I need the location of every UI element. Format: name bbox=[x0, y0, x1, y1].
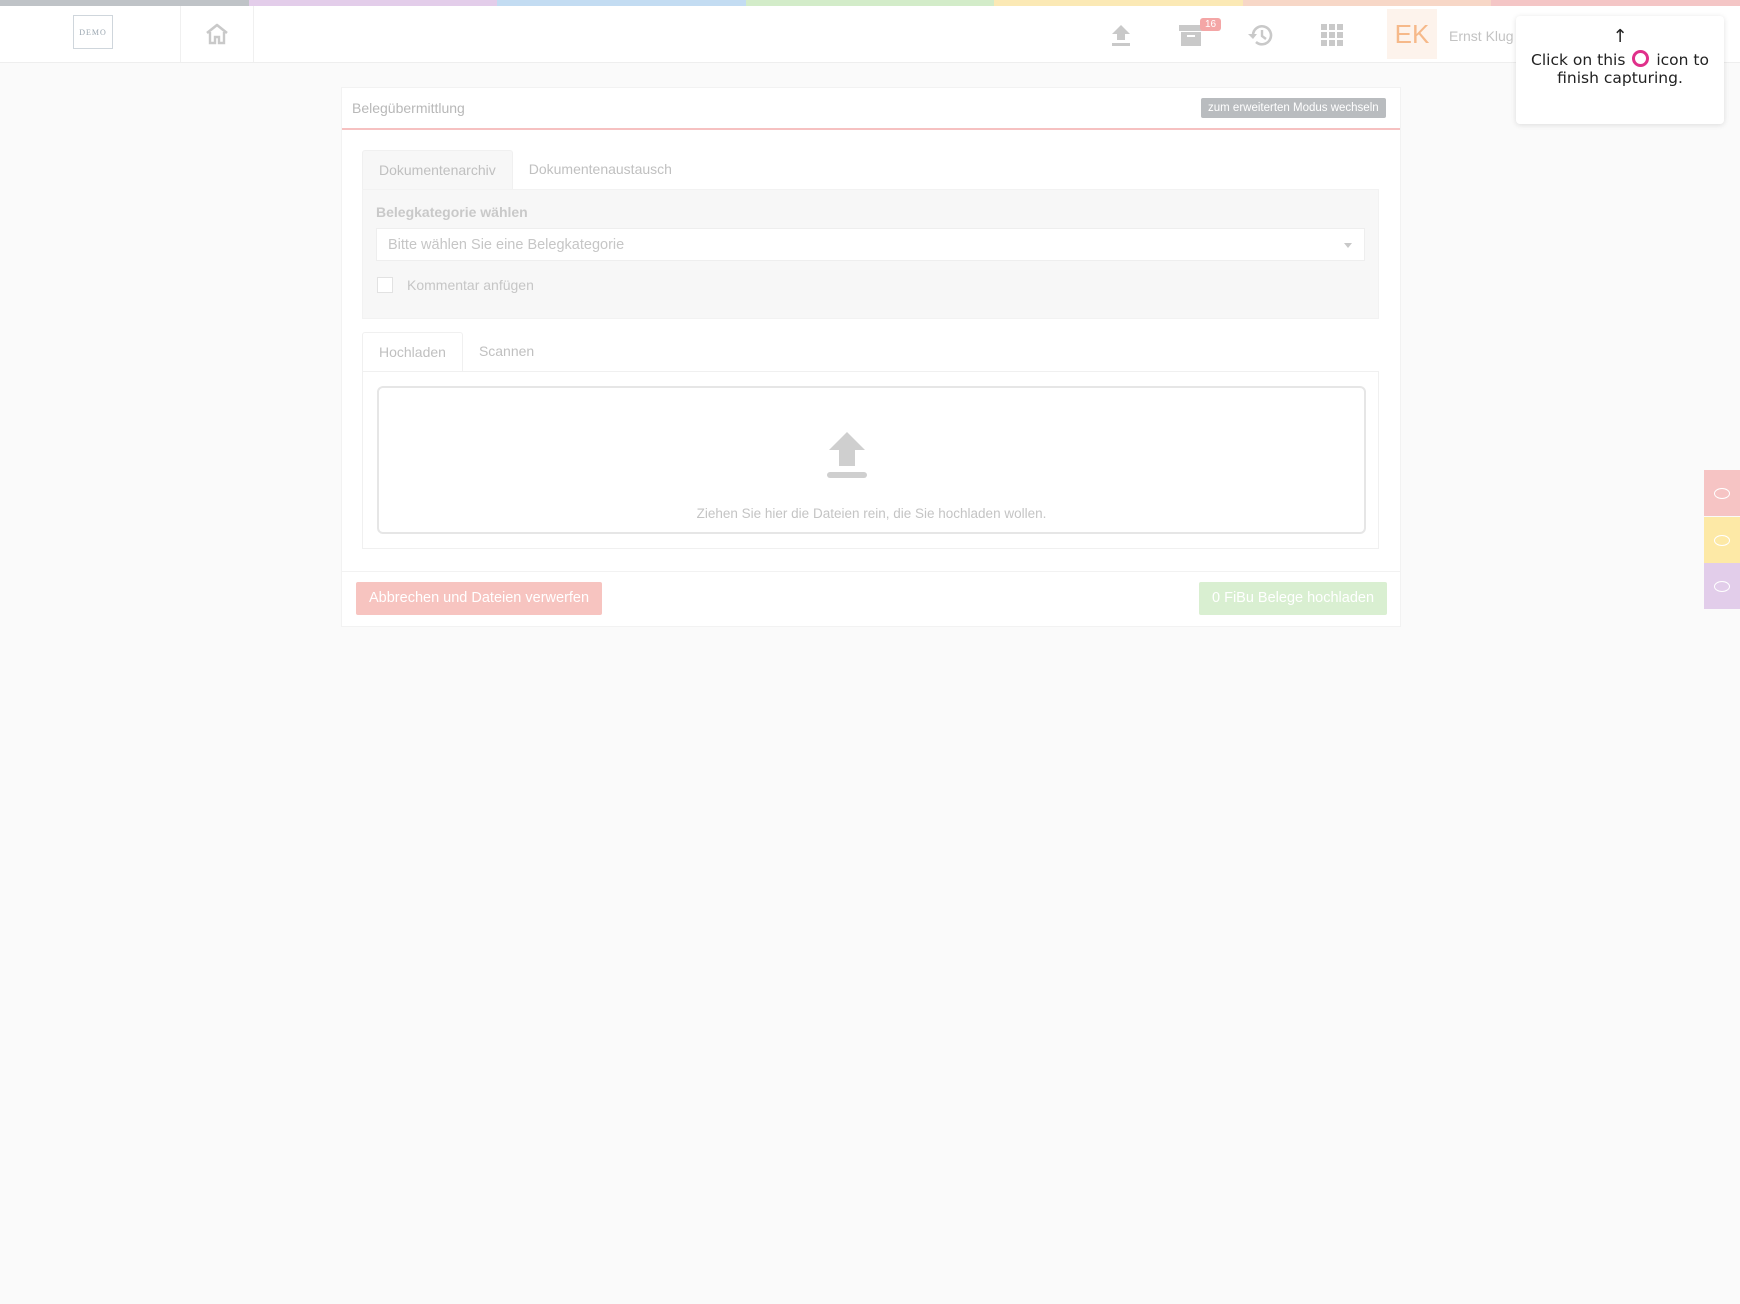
upload-tabs: Hochladen Scannen bbox=[362, 332, 550, 372]
category-section: Belegkategorie wählen Bitte wählen Sie e… bbox=[362, 189, 1379, 319]
home-icon bbox=[206, 23, 228, 45]
user-avatar[interactable]: EK bbox=[1387, 9, 1437, 59]
top-header: DEMO 16 EK Ernst Klug bbox=[0, 6, 1740, 63]
home-button[interactable] bbox=[180, 6, 254, 62]
cancel-discard-button[interactable]: Abbrechen und Dateien verwerfen bbox=[356, 582, 603, 615]
advanced-mode-button[interactable]: zum erweiterten Modus wechseln bbox=[1201, 98, 1386, 118]
tab-scannen[interactable]: Scannen bbox=[463, 332, 550, 371]
side-tab-red[interactable] bbox=[1704, 470, 1740, 516]
tab-dokumentenaustausch[interactable]: Dokumentenaustausch bbox=[513, 150, 688, 189]
upload-receipts-button[interactable]: 0 FiBu Belege hochladen bbox=[1199, 582, 1388, 615]
document-tabs: Dokumentenarchiv Dokumentenaustausch bbox=[362, 150, 688, 190]
chevron-down-icon bbox=[1344, 243, 1352, 248]
side-tab-purple[interactable] bbox=[1704, 563, 1740, 609]
panel-header: Belegübermittlung zum erweiterten Modus … bbox=[342, 88, 1400, 130]
apps-button[interactable] bbox=[1317, 20, 1347, 50]
oval-icon bbox=[1714, 580, 1730, 592]
upload-button[interactable] bbox=[1106, 20, 1136, 50]
capture-ring-icon bbox=[1632, 50, 1650, 67]
history-icon bbox=[1248, 25, 1273, 46]
upload-arrow-icon bbox=[827, 432, 867, 478]
comment-checkbox-label[interactable]: Kommentar anfügen bbox=[407, 277, 534, 293]
comment-checkbox[interactable] bbox=[377, 277, 393, 293]
tab-dokumentenarchiv[interactable]: Dokumentenarchiv bbox=[362, 150, 513, 189]
file-dropzone[interactable]: Ziehen Sie hier die Dateien rein, die Si… bbox=[377, 386, 1366, 534]
user-name[interactable]: Ernst Klug bbox=[1449, 28, 1514, 44]
upload-icon bbox=[1112, 25, 1130, 46]
oval-icon bbox=[1714, 487, 1730, 499]
arrow-up-icon: ↑ bbox=[1612, 26, 1628, 47]
category-select[interactable]: Bitte wählen Sie eine Belegkategorie bbox=[376, 228, 1365, 261]
capture-tooltip: ↑ Click on this icon to finish capturing… bbox=[1516, 16, 1724, 124]
side-tab-yellow[interactable] bbox=[1704, 517, 1740, 563]
panel-title: Belegübermittlung bbox=[352, 100, 465, 116]
category-label: Belegkategorie wählen bbox=[376, 204, 528, 220]
oval-icon bbox=[1714, 534, 1730, 546]
panel-footer: Abbrechen und Dateien verwerfen 0 FiBu B… bbox=[342, 571, 1400, 627]
apps-grid-icon bbox=[1321, 24, 1343, 46]
company-logo[interactable]: DEMO bbox=[73, 15, 113, 49]
dropzone-hint: Ziehen Sie hier die Dateien rein, die Si… bbox=[696, 506, 1047, 521]
document-submission-panel: Belegübermittlung zum erweiterten Modus … bbox=[341, 87, 1401, 627]
upload-area: Ziehen Sie hier die Dateien rein, die Si… bbox=[362, 371, 1379, 549]
history-button[interactable] bbox=[1246, 20, 1276, 50]
tooltip-text-start: Click on this bbox=[1531, 51, 1626, 69]
category-placeholder: Bitte wählen Sie eine Belegkategorie bbox=[388, 237, 625, 253]
tab-hochladen[interactable]: Hochladen bbox=[362, 332, 463, 371]
archive-count-badge: 16 bbox=[1200, 18, 1222, 31]
